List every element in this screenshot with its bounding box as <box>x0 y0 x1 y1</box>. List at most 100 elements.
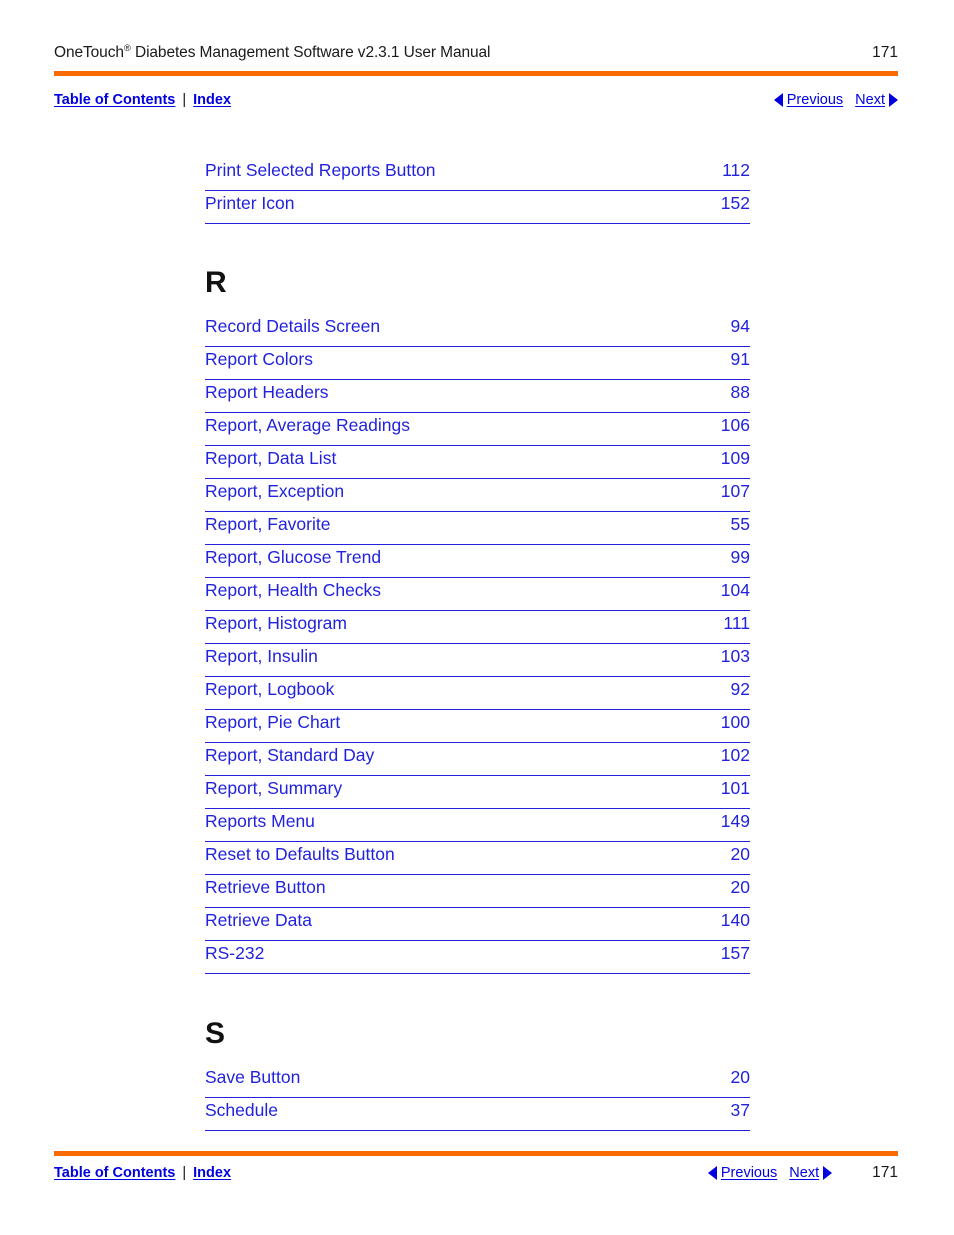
section-letter-heading: S <box>205 1017 226 1050</box>
index-entry[interactable]: Report, Health Checks 104 <box>205 578 750 611</box>
index-entry[interactable]: Report, Average Readings 106 <box>205 413 750 446</box>
index-entry[interactable]: Printer Icon 152 <box>205 191 750 224</box>
index-entry[interactable]: Schedule 37 <box>205 1098 750 1131</box>
index-entry-page: 157 <box>720 943 750 963</box>
index-entry-label: RS-232 <box>205 943 265 963</box>
index-entry-page: 55 <box>730 514 750 534</box>
index-entry-label: Report, Summary <box>205 778 343 798</box>
index-entry[interactable]: Report Headers 88 <box>205 380 750 413</box>
index-entry-page: 20 <box>730 877 750 897</box>
next-label: Next <box>855 92 885 108</box>
header-page-number: 171 <box>872 44 898 61</box>
index-entry-label: Reset to Defaults Button <box>205 844 395 864</box>
index-entry-page: 94 <box>730 316 750 336</box>
previous-page-button-footer[interactable]: Previous <box>707 1165 778 1181</box>
index-entry-label: Record Details Screen <box>205 316 381 336</box>
index-entry-label: Report, Standard Day <box>205 745 375 765</box>
index-entry-page: 111 <box>723 613 750 633</box>
index-entry[interactable]: Report Colors 91 <box>205 347 750 380</box>
index-entry-label: Report, Data List <box>205 448 337 468</box>
index-entry-label: Report, Exception <box>205 481 345 501</box>
index-entry-label: Report Headers <box>205 382 329 402</box>
index-entry[interactable]: Report, Summary 101 <box>205 776 750 809</box>
index-entry-label: Schedule <box>205 1100 278 1120</box>
top-nav-links: Table of Contents | Index <box>54 92 231 108</box>
nav-separator-footer: | <box>182 1165 187 1181</box>
next-page-button-footer[interactable]: Next <box>789 1165 833 1181</box>
page-title-rest: Diabetes Management Software v2.3.1 User… <box>130 44 491 61</box>
index-entry-label: Report, Logbook <box>205 679 335 699</box>
index-entry-page: 91 <box>730 349 750 369</box>
index-entry[interactable]: Reports Menu 149 <box>205 809 750 842</box>
index-entry-page: 107 <box>720 481 750 501</box>
index-entry-label: Retrieve Button <box>205 877 326 897</box>
index-entry-page: 92 <box>730 679 750 699</box>
index-section-r: R Record Details Screen 94 Report Colors… <box>205 268 750 974</box>
index-leading-entries: Print Selected Reports Button 112 Printe… <box>205 158 750 224</box>
index-entry[interactable]: Print Selected Reports Button 112 <box>205 158 750 191</box>
index-entry[interactable]: Report, Favorite 55 <box>205 512 750 545</box>
page-title: OneTouch® Diabetes Management Software v… <box>54 42 491 62</box>
index-entry-label: Reports Menu <box>205 811 315 831</box>
footer-divider-rule <box>54 1151 898 1156</box>
triangle-left-icon <box>773 93 783 107</box>
index-entry-page: 103 <box>720 646 750 666</box>
index-entry[interactable]: RS-232 157 <box>205 941 750 974</box>
index-entry-page: 102 <box>720 745 750 765</box>
index-entry-page: 149 <box>720 811 750 831</box>
bottom-nav-links: Table of Contents | Index <box>54 1165 231 1181</box>
index-entry[interactable]: Report, Insulin 103 <box>205 644 750 677</box>
next-label-footer: Next <box>789 1165 820 1181</box>
index-entry-page: 101 <box>720 778 750 798</box>
index-content: Print Selected Reports Button 112 Printe… <box>205 158 750 1131</box>
index-entry-page: 104 <box>720 580 750 600</box>
bottom-nav-pager: Previous Next 171 <box>707 1164 898 1182</box>
index-entry-label: Report, Health Checks <box>205 580 382 600</box>
bottom-navigation-bar: Table of Contents | Index Previous Next … <box>54 1161 898 1185</box>
page-header: OneTouch® Diabetes Management Software v… <box>54 44 898 72</box>
index-entry[interactable]: Report, Data List 109 <box>205 446 750 479</box>
index-entry-label: Report, Glucose Trend <box>205 547 382 567</box>
footer-page-number: 171 <box>872 1164 898 1181</box>
page-title-product: OneTouch <box>54 44 124 61</box>
index-entry[interactable]: Reset to Defaults Button 20 <box>205 842 750 875</box>
index-entry[interactable]: Record Details Screen 94 <box>205 314 750 347</box>
index-entry-label: Report, Average Readings <box>205 415 410 435</box>
index-entry-page: 88 <box>730 382 750 402</box>
index-section-s: S Save Button 20 Schedule 37 <box>205 1019 750 1131</box>
header-divider-rule <box>54 71 898 76</box>
table-of-contents-link-footer[interactable]: Table of Contents <box>54 1165 175 1181</box>
top-navigation-bar: Table of Contents | Index Previous Next <box>54 88 898 112</box>
triangle-right-icon <box>889 93 898 107</box>
index-entry[interactable]: Report, Exception 107 <box>205 479 750 512</box>
index-entry-page: 100 <box>720 712 750 732</box>
index-entry[interactable]: Report, Pie Chart 100 <box>205 710 750 743</box>
index-entry[interactable]: Save Button 20 <box>205 1065 750 1098</box>
index-entry[interactable]: Report, Histogram 111 <box>205 611 750 644</box>
index-entry-label: Save Button <box>205 1067 301 1087</box>
top-nav-pager: Previous Next <box>773 92 898 108</box>
index-entry[interactable]: Report, Standard Day 102 <box>205 743 750 776</box>
index-entry[interactable]: Report, Glucose Trend 99 <box>205 545 750 578</box>
triangle-right-icon <box>823 1166 833 1180</box>
index-link[interactable]: Index <box>193 92 231 108</box>
index-link-footer[interactable]: Index <box>193 1165 231 1181</box>
table-of-contents-link[interactable]: Table of Contents <box>54 92 175 108</box>
index-entry-page: 152 <box>720 193 750 213</box>
index-entry[interactable]: Retrieve Data 140 <box>205 908 750 941</box>
index-entry[interactable]: Retrieve Button 20 <box>205 875 750 908</box>
index-entry-label: Report, Favorite <box>205 514 331 534</box>
index-entry-label: Report Colors <box>205 349 313 369</box>
index-entry-page: 109 <box>720 448 750 468</box>
previous-label: Previous <box>786 92 844 108</box>
index-entry-page: 140 <box>720 910 750 930</box>
index-entry-label: Report, Pie Chart <box>205 712 341 732</box>
previous-label-footer: Previous <box>720 1165 778 1181</box>
index-entry[interactable]: Report, Logbook 92 <box>205 677 750 710</box>
previous-page-button[interactable]: Previous <box>773 92 844 108</box>
next-page-button[interactable]: Next <box>855 92 898 108</box>
index-entry-label: Printer Icon <box>205 193 295 213</box>
registered-trademark-icon: ® <box>123 42 131 54</box>
nav-separator: | <box>182 92 187 108</box>
index-entry-page: 20 <box>730 844 750 864</box>
